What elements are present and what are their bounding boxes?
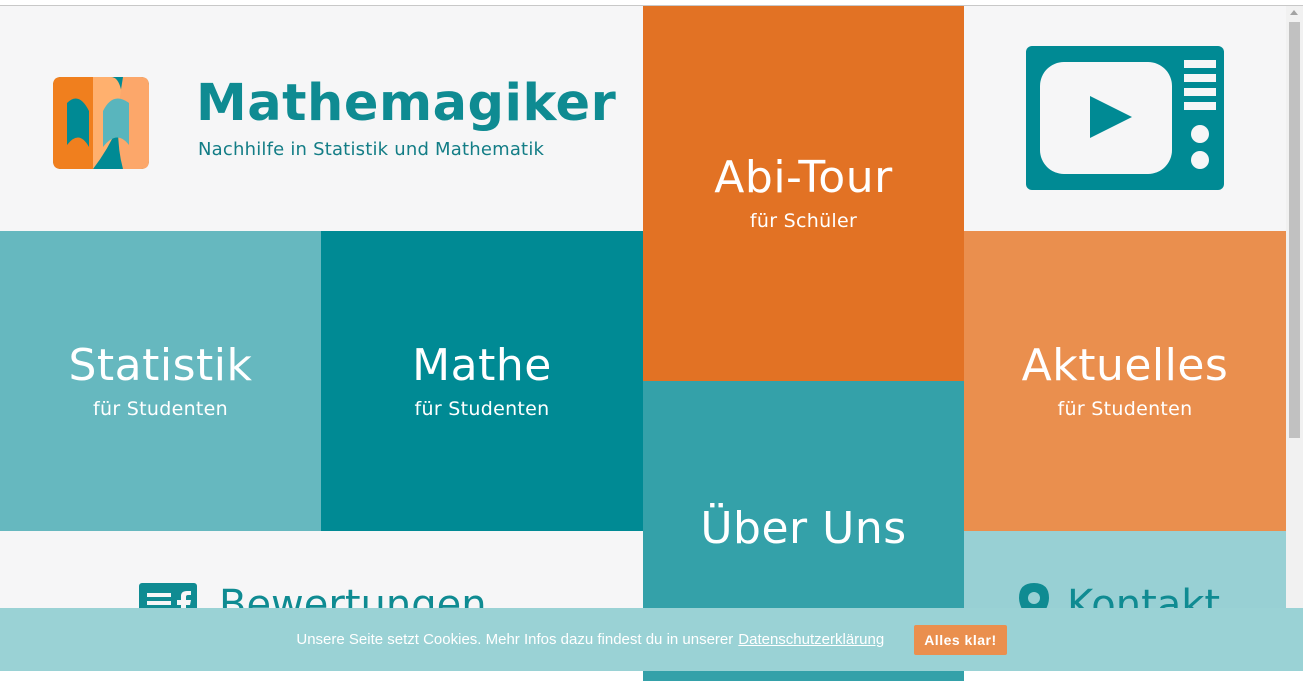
mathemagiker-logo-icon <box>53 77 149 169</box>
tile-abitour-title: Abi-Tour <box>714 152 893 203</box>
tv-play-icon <box>1026 46 1224 190</box>
tile-abitour[interactable]: Abi-Tour für Schüler <box>643 6 964 381</box>
privacy-policy-link[interactable]: Datenschutzerklärung <box>738 631 884 648</box>
tile-aktuelles-title: Aktuelles <box>1021 339 1229 391</box>
brand-name: Mathemagiker <box>196 74 617 133</box>
tile-abitour-subtitle: für Schüler <box>749 210 858 233</box>
cookie-accept-button[interactable]: Alles klar! <box>914 624 1007 655</box>
tile-aktuelles-subtitle: für Studenten <box>1057 398 1193 421</box>
tile-ueber-uns-title: Über Uns <box>700 503 907 554</box>
tile-statistik-subtitle: für Studenten <box>92 398 228 421</box>
scrollbar-thumb[interactable] <box>1289 22 1300 438</box>
tile-mathe[interactable]: Mathe für Studenten <box>321 231 643 531</box>
tile-aktuelles[interactable]: Aktuelles für Studenten <box>964 231 1286 531</box>
brand-tagline: Nachhilfe in Statistik und Mathematik <box>198 139 545 160</box>
tile-mathe-subtitle: für Studenten <box>414 398 550 421</box>
video-tile[interactable] <box>964 6 1286 231</box>
tile-statistik-title: Statistik <box>68 339 253 391</box>
cookie-banner: Unsere Seite setzt Cookies. Mehr Infos d… <box>0 608 1303 671</box>
header-brand[interactable]: Mathemagiker Nachhilfe in Statistik und … <box>0 6 643 231</box>
tile-mathe-title: Mathe <box>412 339 552 391</box>
scroll-up-arrow-icon[interactable] <box>1290 10 1298 15</box>
vertical-scrollbar[interactable] <box>1286 6 1303 671</box>
tile-statistik[interactable]: Statistik für Studenten <box>0 231 321 531</box>
cookie-text: Unsere Seite setzt Cookies. Mehr Infos d… <box>296 631 734 648</box>
